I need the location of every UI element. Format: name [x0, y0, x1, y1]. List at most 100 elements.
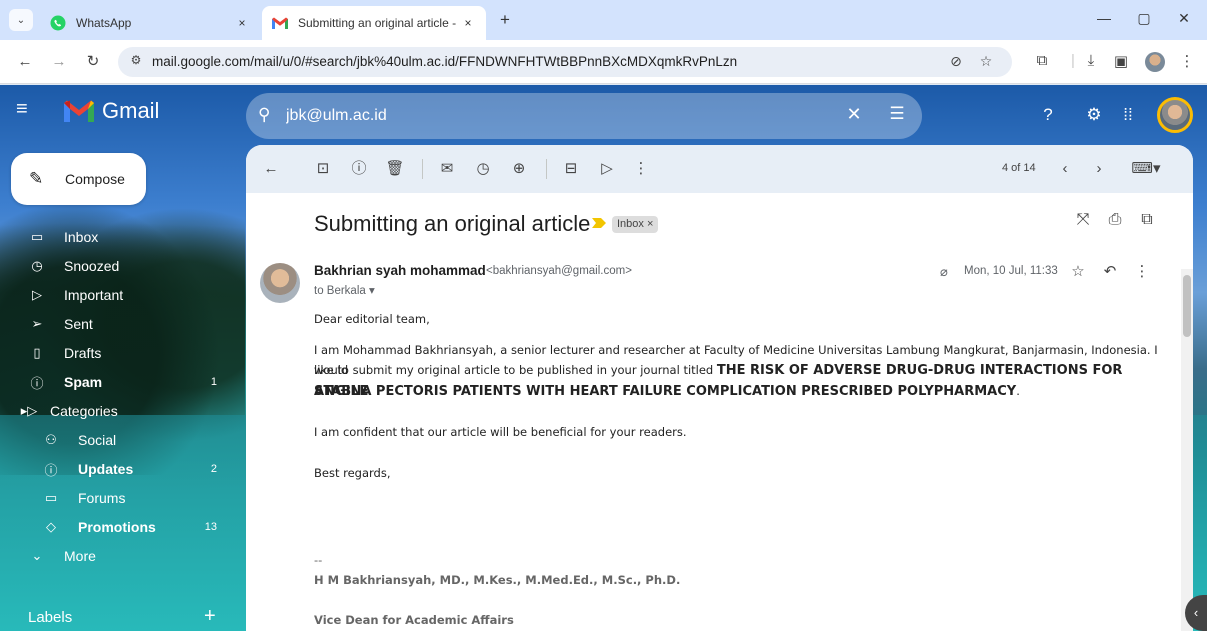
signature-dash: --	[314, 553, 323, 567]
info-icon: ⓘ	[44, 462, 58, 478]
important-marker-icon[interactable]	[592, 218, 606, 228]
forward-button[interactable]: →	[48, 52, 70, 74]
extensions-icon[interactable]: ⧉	[1031, 52, 1053, 69]
back-to-list-icon[interactable]: ←	[260, 159, 282, 181]
delete-icon[interactable]: 🗑	[384, 159, 406, 181]
forum-icon: ▭	[44, 490, 58, 505]
newer-icon[interactable]: ‹	[1054, 159, 1076, 181]
sidebar-item-important[interactable]: ▷ Important	[0, 281, 235, 309]
gmail-m-icon	[64, 100, 94, 122]
eye-off-icon[interactable]: ⊘	[946, 53, 966, 70]
label-icon[interactable]: ▷	[596, 159, 618, 181]
move-to-icon[interactable]: ⊟	[560, 159, 582, 181]
sidebar-item-forums[interactable]: ▭ Forums	[0, 484, 235, 512]
chevron-down-icon: ⌄	[31, 548, 43, 563]
search-input[interactable]	[286, 105, 846, 127]
url-text: mail.google.com/mail/u/0/#search/jbk%40u…	[152, 54, 738, 69]
side-panel-icon[interactable]: ▣	[1110, 52, 1132, 70]
tab-whatsapp[interactable]: WhatsApp ×	[40, 6, 260, 40]
sender-avatar[interactable]	[260, 263, 300, 303]
print-icon[interactable]: ⎙	[1104, 211, 1126, 229]
sidebar-item-label: Updates	[78, 461, 134, 477]
sidebar-item-label: Important	[64, 287, 124, 303]
account-avatar[interactable]	[1157, 97, 1193, 133]
sidebar-item-drafts[interactable]: ▯ Drafts	[0, 339, 235, 367]
close-tab-icon[interactable]: ×	[460, 16, 476, 30]
sidebar-item-promotions[interactable]: ◇ Promotions 13	[0, 513, 235, 541]
people-icon: ⚇	[45, 432, 57, 447]
tab-gmail[interactable]: Submitting an original article - I ×	[262, 6, 486, 40]
reply-icon[interactable]: ↶	[1100, 262, 1120, 280]
sidebar-item-more[interactable]: ⌄ More	[0, 542, 235, 570]
article-title: ANGINA PECTORIS PATIENTS WITH HEART FAIL…	[314, 384, 1017, 399]
toolbar-divider	[422, 159, 423, 179]
more-options-icon[interactable]: ⋮	[630, 159, 652, 181]
main-menu-icon[interactable]: ≡	[16, 98, 40, 122]
new-tab-button[interactable]: +	[494, 9, 516, 31]
reload-icon: ↻	[86, 53, 100, 70]
snooze-icon[interactable]: ◷	[472, 159, 494, 181]
label-expand-icon: ▸▷	[20, 403, 38, 418]
close-window-button[interactable]: ✕	[1169, 10, 1199, 27]
bookmark-star-icon[interactable]: ☆	[976, 53, 996, 70]
gmail-logo[interactable]: Gmail	[64, 98, 159, 124]
restore-button[interactable]: ▢	[1129, 10, 1159, 27]
archive-icon[interactable]: ⊡	[312, 159, 334, 181]
close-tab-icon[interactable]: ×	[234, 16, 250, 30]
sidebar-item-label: Promotions	[78, 519, 156, 535]
toolbar-divider	[546, 159, 547, 179]
collapse-all-icon[interactable]: ⤧	[1072, 211, 1094, 229]
message-more-icon[interactable]: ⋮	[1132, 262, 1152, 280]
report-spam-icon[interactable]: ⓘ	[348, 159, 370, 181]
browser-profile-avatar[interactable]	[1145, 52, 1165, 72]
inbox-label-chip[interactable]: Inbox ×	[612, 216, 659, 233]
sidebar-item-sent[interactable]: ➢ Sent	[0, 310, 235, 338]
sidebar-item-inbox[interactable]: ▭ Inbox	[0, 223, 235, 251]
minimize-button[interactable]: —	[1089, 10, 1119, 26]
back-button[interactable]: ←	[14, 52, 36, 74]
sidebar-item-updates[interactable]: ⓘ Updates 2	[0, 455, 235, 483]
sidebar-item-snoozed[interactable]: ◷ Snoozed	[0, 252, 235, 280]
reload-button[interactable]: ↻	[82, 52, 104, 74]
compose-button[interactable]: ✎ Compose	[11, 153, 146, 205]
search-options-icon[interactable]: ☰	[886, 104, 908, 124]
pencil-icon: ✎	[29, 169, 44, 188]
open-new-window-icon[interactable]: ⧉	[1136, 211, 1158, 229]
recipient-details[interactable]: to Berkala ▾	[314, 283, 375, 297]
compose-label: Compose	[65, 171, 125, 187]
message-panel: ← ⊡ ⓘ 🗑 ✉ ◷ ⊕ ⊟ ▷ ⋮ 4 of 14 ‹ › ⌨▾ Submi…	[246, 145, 1193, 631]
signature-name-text: H M Bakhriansyah, MD., M.Kes., M.Med.Ed.…	[314, 573, 681, 587]
signature-role-text: Vice Dean for Academic Affairs	[314, 613, 514, 627]
sidebar-item-label: Forums	[78, 490, 126, 506]
add-task-icon[interactable]: ⊕	[508, 159, 530, 181]
download-icon[interactable]: ⤓	[1080, 52, 1102, 69]
mail-search-bar: ⚲ ✕ ☰	[246, 93, 922, 139]
message-toolbar: ← ⊡ ⓘ 🗑 ✉ ◷ ⊕ ⊟ ▷ ⋮ 4 of 14 ‹ › ⌨▾	[246, 145, 1193, 193]
sidebar-item-label: Categories	[50, 403, 118, 419]
search-icon[interactable]: ⚲	[258, 105, 278, 125]
mark-unread-icon[interactable]: ✉	[436, 159, 458, 181]
body-text: like to submit my original article to be…	[314, 363, 714, 377]
keyboard-icon[interactable]: ⌨▾	[1126, 159, 1166, 181]
unread-count: 13	[204, 521, 217, 533]
create-label-button[interactable]: +	[204, 605, 216, 628]
send-icon: ➢	[31, 316, 43, 331]
browser-toolbar: ← → ↻ ⚙ mail.google.com/mail/u/0/#search…	[0, 40, 1207, 84]
tab-search-button[interactable]: ⌄	[9, 9, 33, 31]
scrollbar-thumb[interactable]	[1183, 275, 1191, 337]
sidebar-item-categories[interactable]: ▸▷ Categories	[0, 397, 235, 425]
help-icon[interactable]: ?	[1036, 103, 1060, 127]
sidebar-item-label: More	[64, 548, 96, 564]
address-bar[interactable]: ⚙ mail.google.com/mail/u/0/#search/jbk%4…	[118, 47, 1012, 77]
older-icon[interactable]: ›	[1088, 159, 1110, 181]
body-line: ANGINA PECTORIS PATIENTS WITH HEART FAIL…	[314, 381, 1164, 402]
sidebar-item-spam[interactable]: ⓘ Spam 1	[0, 368, 235, 396]
sidebar-item-social[interactable]: ⚇ Social	[0, 426, 235, 454]
apps-grid-icon[interactable]: ⁞⁞	[1116, 103, 1140, 127]
star-icon[interactable]: ☆	[1068, 262, 1088, 280]
browser-menu-icon[interactable]: ⋮	[1176, 52, 1198, 70]
settings-gear-icon[interactable]: ⚙	[1082, 103, 1106, 127]
sidebar-item-label: Spam	[64, 374, 103, 390]
site-settings-icon[interactable]: ⚙	[126, 53, 146, 71]
clear-search-icon[interactable]: ✕	[844, 104, 864, 125]
